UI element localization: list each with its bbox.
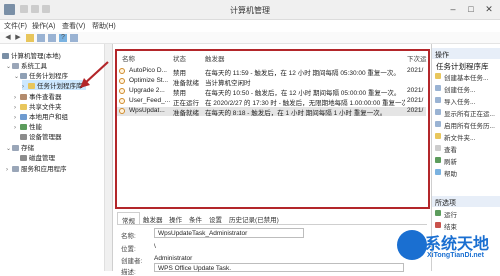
tab-actions[interactable]: 操作 bbox=[169, 214, 182, 224]
menu-file[interactable]: 文件(F) bbox=[4, 21, 27, 31]
event-viewer-icon bbox=[20, 94, 27, 100]
tree-root[interactable]: 计算机管理(本地) bbox=[2, 50, 61, 60]
table-row-selected[interactable]: WpsUpdat... 准备就绪 在每天的 8:18 - 触发后，在 1 小时 … bbox=[117, 107, 426, 117]
tree-item-services-apps[interactable]: › 服务和应用程序 bbox=[6, 163, 67, 173]
tree-item-performance[interactable]: › 性能 bbox=[14, 121, 42, 131]
tree-item-task-scheduler[interactable]: ⌄ 任务计划程序 bbox=[14, 70, 68, 80]
minimize-button[interactable]: – bbox=[446, 3, 460, 15]
help-icon[interactable]: ? bbox=[59, 34, 67, 42]
location-value: \ bbox=[154, 243, 156, 250]
disk-icon bbox=[20, 155, 27, 161]
refresh-icon bbox=[435, 157, 441, 163]
task-clock-icon bbox=[119, 68, 125, 74]
action-run[interactable]: 运行 bbox=[432, 209, 500, 219]
menu-help[interactable]: 帮助(H) bbox=[92, 21, 116, 31]
tree-item-task-scheduler-library[interactable]: › 任务计划程序库 bbox=[22, 80, 86, 90]
actions-header: 操作 bbox=[432, 48, 500, 59]
name-label: 名称: bbox=[121, 233, 136, 240]
action-create-task[interactable]: 创建任务... bbox=[432, 84, 500, 94]
title-bar: 计算机管理 – □ ✕ bbox=[0, 0, 500, 20]
task-icon bbox=[435, 73, 441, 79]
action-enable-history[interactable]: 启用所有任务历... bbox=[432, 120, 500, 130]
maximize-button[interactable]: □ bbox=[464, 3, 478, 15]
table-row[interactable]: AutoPico D... 禁用 在每天的 11:59 - 触发后，在 12 小… bbox=[117, 67, 426, 77]
tree-item-local-users[interactable]: › 本地用户和组 bbox=[14, 111, 68, 121]
storage-icon bbox=[12, 145, 19, 151]
action-create-basic-task[interactable]: 创建基本任务... bbox=[432, 72, 500, 82]
clock-icon bbox=[20, 73, 27, 79]
tab-triggers[interactable]: 触发器 bbox=[143, 214, 163, 224]
location-label: 位置: bbox=[121, 246, 136, 253]
actions-section-title[interactable]: 任务计划程序库 bbox=[432, 61, 500, 72]
properties-icon[interactable] bbox=[48, 34, 56, 42]
column-status[interactable]: 状态 bbox=[173, 53, 186, 63]
task-name-field[interactable]: WpsUpdateTask_Administrator bbox=[154, 228, 304, 238]
run-icon bbox=[435, 210, 441, 216]
column-name[interactable]: 名称 bbox=[122, 53, 135, 63]
selected-item-header: 所选项 bbox=[432, 196, 500, 207]
tree-item-shared-folders[interactable]: › 共享文件夹 bbox=[14, 101, 62, 111]
forward-icon[interactable]: ▶ bbox=[14, 34, 22, 42]
view-icon[interactable] bbox=[70, 34, 78, 42]
action-refresh[interactable]: 刷新 bbox=[432, 156, 500, 166]
detail-tabs: 常规 触发器 操作 条件 设置 历史记录(已禁用) bbox=[117, 212, 427, 225]
task-clock-icon bbox=[119, 98, 125, 104]
column-trigger[interactable]: 触发器 bbox=[205, 53, 225, 63]
tab-settings[interactable]: 设置 bbox=[209, 214, 222, 224]
tab-history[interactable]: 历史记录(已禁用) bbox=[229, 214, 279, 224]
tab-general[interactable]: 常规 bbox=[117, 212, 140, 225]
tools-icon bbox=[12, 63, 19, 69]
task-clock-icon bbox=[119, 78, 125, 84]
task-library-panel: 名称 状态 触发器 下次运 AutoPico D... 禁用 在每天的 11:5… bbox=[113, 44, 431, 276]
task-clock-icon bbox=[119, 88, 125, 94]
tab-conditions[interactable]: 条件 bbox=[189, 214, 202, 224]
shared-folder-icon bbox=[20, 104, 27, 110]
import-icon bbox=[435, 97, 441, 103]
author-label: 创建者: bbox=[121, 258, 143, 265]
description-label: 描述: bbox=[121, 269, 136, 276]
toolbar: ◀ ▶ ? bbox=[0, 32, 500, 44]
action-import-task[interactable]: 导入任务... bbox=[432, 96, 500, 106]
tree-item-event-viewer[interactable]: › 事件查看器 bbox=[14, 91, 62, 101]
folder-icon bbox=[28, 83, 35, 89]
help-icon bbox=[435, 169, 441, 175]
tree-item-disk-management[interactable]: 磁盘管理 bbox=[20, 152, 55, 162]
console-icon[interactable] bbox=[37, 34, 45, 42]
menu-bar: 文件(F) 操作(A) 查看(V) 帮助(H) bbox=[0, 20, 500, 32]
computer-icon bbox=[2, 53, 9, 59]
back-icon[interactable]: ◀ bbox=[4, 34, 12, 42]
task-icon bbox=[435, 85, 441, 91]
menu-action[interactable]: 操作(A) bbox=[32, 21, 55, 31]
view-icon bbox=[435, 145, 441, 151]
action-new-folder[interactable]: 新文件夹... bbox=[432, 132, 500, 142]
menu-view[interactable]: 查看(V) bbox=[62, 21, 85, 31]
watermark-logo: 系统天地 XiTongTianDi.net bbox=[397, 228, 500, 271]
close-button[interactable]: ✕ bbox=[482, 3, 496, 15]
tree-item-system-tools[interactable]: ⌄ 系统工具 bbox=[6, 60, 47, 70]
action-show-running[interactable]: 显示所有正在运... bbox=[432, 108, 500, 118]
tree-item-storage[interactable]: ⌄ 存储 bbox=[6, 142, 34, 152]
users-icon bbox=[20, 114, 27, 120]
action-help[interactable]: 帮助 bbox=[432, 168, 500, 178]
author-value: Administrator bbox=[154, 255, 193, 262]
device-manager-icon bbox=[20, 134, 27, 140]
window-title: 计算机管理 bbox=[230, 6, 270, 15]
table-row[interactable]: Upgrade 2... 禁用 在每天的 10:50 - 触发后，在 12 小时… bbox=[117, 87, 426, 97]
watermark-url: XiTongTianDi.net bbox=[427, 252, 484, 259]
tree-item-device-manager[interactable]: 设备管理器 bbox=[20, 131, 62, 141]
action-view[interactable]: 查看 bbox=[432, 144, 500, 154]
table-row[interactable]: Optimize St... 准备就绪 当计算机空闲时 bbox=[117, 77, 426, 87]
history-icon bbox=[435, 121, 441, 127]
annotation-arrow-icon bbox=[80, 61, 109, 88]
running-icon bbox=[435, 109, 441, 115]
folder-icon[interactable] bbox=[26, 34, 34, 42]
watermark-text: 系统天地 bbox=[425, 236, 490, 253]
folder-icon bbox=[435, 133, 441, 139]
performance-icon bbox=[20, 124, 27, 130]
watermark-globe-icon bbox=[397, 230, 427, 260]
task-clock-icon bbox=[119, 108, 125, 114]
column-next-run[interactable]: 下次运 bbox=[407, 53, 427, 63]
table-row[interactable]: User_Feed_... 正在运行 在 2020/2/27 的 17:30 时… bbox=[117, 97, 426, 107]
services-icon bbox=[12, 166, 19, 172]
